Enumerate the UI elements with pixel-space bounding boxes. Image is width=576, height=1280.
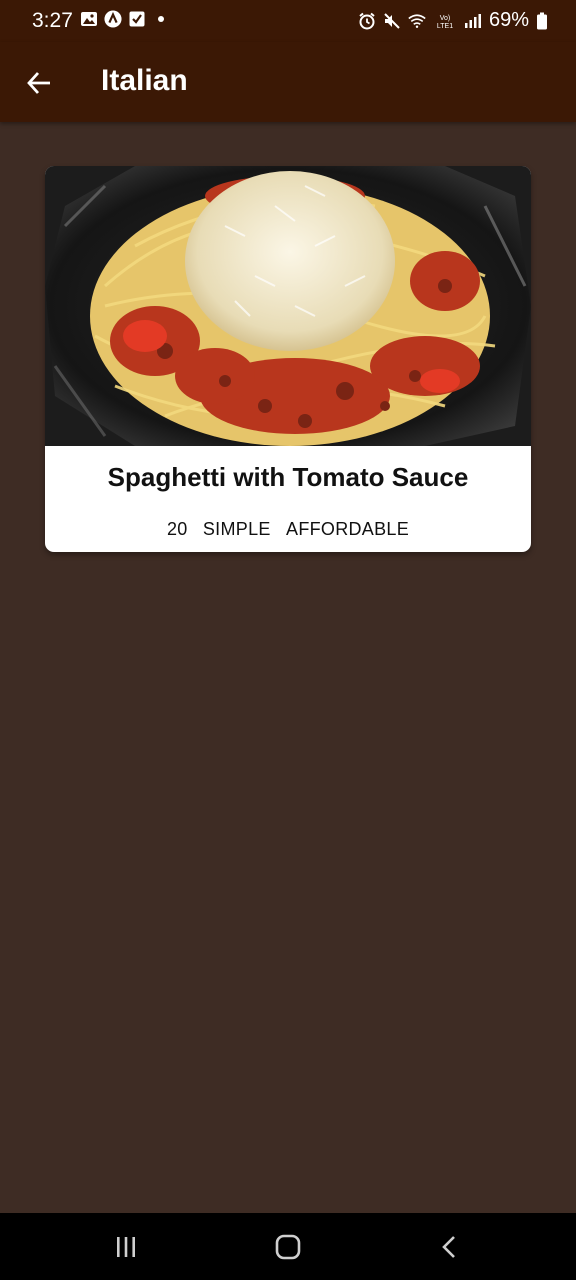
- meal-duration: 20: [166, 519, 188, 539]
- app-bar: Italian: [0, 42, 576, 122]
- image-icon: [80, 10, 98, 28]
- meal-meta: 20 SIMPLE AFFORDABLE: [45, 519, 531, 540]
- notification-icons: [80, 10, 170, 28]
- page-title: Italian: [101, 64, 188, 97]
- meal-affordability: AFFORDABLE: [286, 519, 410, 539]
- home-icon: [275, 1234, 301, 1260]
- recents-button[interactable]: [106, 1231, 146, 1263]
- wifi-icon: [408, 12, 426, 30]
- meal-image: [45, 166, 531, 446]
- meal-title: Spaghetti with Tomato Sauce: [107, 462, 469, 492]
- dot-icon: [152, 10, 170, 28]
- checkbox-icon: [128, 10, 146, 28]
- screen: 3:27 Vo) LTE1 69% Italian Spaghetti with…: [0, 0, 576, 1280]
- navigation-bar: [0, 1213, 576, 1280]
- system-icons: Vo) LTE1 69%: [358, 9, 548, 32]
- back-nav-button[interactable]: [430, 1231, 470, 1263]
- back-button[interactable]: [20, 64, 58, 102]
- arrow-back-icon: [27, 72, 50, 94]
- status-bar: 3:27 Vo) LTE1 69%: [0, 0, 576, 42]
- svg-text:LTE1: LTE1: [437, 23, 453, 30]
- mute-icon: [383, 12, 401, 30]
- alarm-icon: [358, 12, 376, 30]
- battery-icon: [536, 12, 548, 30]
- back-nav-icon: [442, 1236, 455, 1258]
- meal-complexity: SIMPLE: [202, 519, 271, 539]
- status-time: 3:27: [32, 9, 73, 32]
- volte-icon: Vo) LTE1: [433, 12, 457, 30]
- battery-percent: 69%: [488, 9, 529, 31]
- svg-text:Vo): Vo): [440, 15, 451, 22]
- home-button[interactable]: [268, 1231, 308, 1263]
- recents-icon: [117, 1237, 135, 1257]
- signal-icon: [464, 12, 482, 30]
- a-app-icon: [104, 10, 122, 28]
- meal-card[interactable]: Spaghetti with Tomato Sauce 20 SIMPLE AF…: [45, 166, 531, 552]
